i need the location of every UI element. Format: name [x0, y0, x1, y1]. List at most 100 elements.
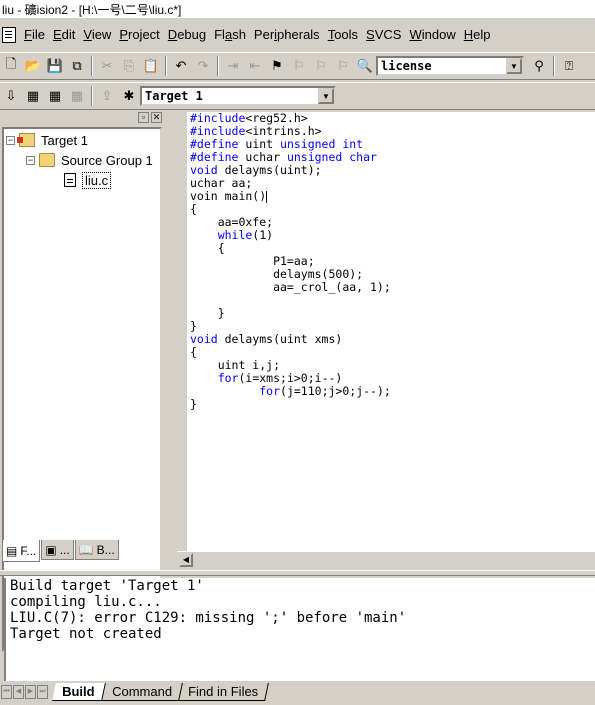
- load-icon[interactable]: ⇪: [96, 85, 118, 107]
- output-line: compiling liu.c...: [10, 594, 162, 610]
- menu-project[interactable]: Project: [115, 25, 163, 45]
- scroll-left-arrow-icon[interactable]: ◀: [179, 553, 193, 567]
- menu-window[interactable]: Window: [405, 25, 459, 45]
- tree-node-group[interactable]: − Source Group 1: [26, 151, 153, 169]
- editor-gutter: [177, 112, 187, 552]
- uvision-window: liu - 礦ision2 - [H:\一号\二号\liu.c*] File Ed…: [0, 0, 595, 705]
- c-file-icon: [64, 173, 76, 187]
- menu-edit[interactable]: Edit: [49, 25, 79, 45]
- tab-books-label: B...: [96, 542, 115, 557]
- bookmark-toggle-icon[interactable]: ⚑: [266, 55, 288, 77]
- translate-icon[interactable]: ⇩: [0, 85, 22, 107]
- code-line[interactable]: }: [190, 307, 391, 320]
- copy-icon[interactable]: ⎘: [118, 55, 140, 77]
- tree-file-label: liu.c: [82, 171, 112, 189]
- code-editor[interactable]: #include<reg52.h> #include<intrins.h> #def…: [177, 112, 595, 568]
- tree-node-file[interactable]: liu.c: [64, 171, 112, 189]
- separator: [91, 86, 93, 106]
- target-combo[interactable]: Target 1 ▼: [140, 86, 336, 106]
- output-window: Build target 'Target 1' compiling liu.c..…: [4, 578, 595, 681]
- menu-help[interactable]: Help: [460, 25, 495, 45]
- find-combo[interactable]: license ▼: [376, 56, 524, 76]
- project-pane-header: ▫ ✕: [2, 112, 162, 126]
- target-options-icon[interactable]: ✱: [118, 85, 140, 107]
- regs-tab-icon: ▣: [45, 542, 57, 557]
- bookmark-prev-icon[interactable]: ⚐: [310, 55, 332, 77]
- code-line[interactable]: voin main(): [190, 190, 391, 203]
- text-caret: [266, 190, 268, 203]
- chevron-down-icon[interactable]: ▼: [318, 88, 334, 104]
- rebuild-all-icon[interactable]: ▦: [44, 85, 66, 107]
- build-target-icon[interactable]: ▦: [22, 85, 44, 107]
- tab-regs[interactable]: ▣ ...: [41, 540, 74, 560]
- chevron-down-icon[interactable]: ▼: [506, 58, 522, 74]
- code-line[interactable]: void delayms(uint xms): [190, 333, 391, 346]
- menu-tools[interactable]: Tools: [324, 25, 362, 45]
- bookmark-next-icon[interactable]: ⚐: [288, 55, 310, 77]
- output-tabs: ⏮ ◀ ▶ ⏭ Build Command Find in Files: [0, 681, 595, 703]
- files-tab-icon: ▤: [6, 543, 18, 558]
- code-line[interactable]: }: [190, 398, 391, 411]
- pane-splitter[interactable]: [0, 570, 595, 576]
- code-line[interactable]: for(j=110;j>0;j--);: [190, 385, 391, 398]
- redo-icon[interactable]: ↷: [192, 55, 214, 77]
- first-tab-arrow-icon[interactable]: ⏮: [1, 685, 12, 699]
- menu-flash[interactable]: Flash: [210, 25, 250, 45]
- tree-node-target[interactable]: − Target 1: [6, 131, 88, 149]
- output-line: Build target 'Target 1': [10, 578, 204, 594]
- tab-command[interactable]: Command: [101, 683, 183, 701]
- target-combo-value: Target 1: [145, 89, 203, 103]
- indent-icon[interactable]: ⇥: [222, 55, 244, 77]
- binoculars-icon[interactable]: ⚲: [528, 55, 550, 77]
- menu-peripherals[interactable]: Peripherals: [250, 25, 324, 45]
- tree-target-label: Target 1: [41, 132, 88, 148]
- tab-books[interactable]: 📖 B...: [74, 540, 119, 560]
- separator: [553, 56, 555, 76]
- project-tabs: ▤ F... ▣ ... 📖 B...: [2, 540, 162, 562]
- code-line[interactable]: aa=_crol_(aa, 1);: [190, 281, 391, 294]
- menu-view[interactable]: View: [79, 25, 115, 45]
- prev-tab-arrow-icon[interactable]: ◀: [13, 685, 24, 699]
- save-icon[interactable]: 💾: [44, 55, 66, 77]
- editor-horizontal-scrollbar[interactable]: ◀: [177, 551, 595, 568]
- undo-icon[interactable]: ↶: [170, 55, 192, 77]
- tab-files[interactable]: ▤ F...: [2, 540, 41, 562]
- separator: [217, 56, 219, 76]
- unindent-icon[interactable]: ⇤: [244, 55, 266, 77]
- collapse-icon[interactable]: −: [6, 135, 15, 145]
- bookmark-clear-icon[interactable]: ⚐: [332, 55, 354, 77]
- project-workspace: ▫ ✕ − Target 1 − Source Group 1 liu.c ▤ …: [0, 112, 166, 652]
- menu-file[interactable]: File: [20, 25, 49, 45]
- new-file-icon[interactable]: 🗋: [0, 55, 22, 77]
- target-icon: [17, 133, 35, 147]
- collapse-icon[interactable]: −: [26, 155, 35, 165]
- separator: [91, 56, 93, 76]
- tab-find-in-files[interactable]: Find in Files: [178, 683, 270, 701]
- tab-files-label: F...: [20, 543, 37, 558]
- pane-minimize-button[interactable]: ▫: [138, 112, 149, 123]
- output-line: Target not created: [10, 626, 162, 642]
- document-icon[interactable]: [2, 27, 16, 43]
- menu-debug[interactable]: Debug: [164, 25, 210, 45]
- last-tab-arrow-icon[interactable]: ⏭: [37, 685, 48, 699]
- tab-build[interactable]: Build: [52, 683, 106, 701]
- cut-icon[interactable]: ✂: [96, 55, 118, 77]
- help-book-icon[interactable]: ⍰: [558, 55, 580, 77]
- menu-bar: File Edit View Project Debug Flash Peripherals…: [0, 22, 595, 48]
- stop-build-icon[interactable]: ▦: [66, 85, 88, 107]
- menu-svcs[interactable]: SVCS: [362, 25, 405, 45]
- window-title: liu - 礦ision2 - [H:\一号\二号\liu.c*]: [2, 2, 182, 17]
- folder-icon: [39, 153, 55, 167]
- source-code[interactable]: #include<reg52.h> #include<intrins.h> #def…: [190, 112, 391, 411]
- separator: [165, 56, 167, 76]
- find-in-files-icon[interactable]: 🔍: [354, 55, 376, 77]
- title-bar[interactable]: liu - 礦ision2 - [H:\一号\二号\liu.c*]: [0, 0, 595, 18]
- save-all-icon[interactable]: ⧉: [66, 55, 88, 77]
- find-combo-value: license: [381, 59, 432, 73]
- tree-group-label: Source Group 1: [61, 152, 153, 168]
- build-toolbar: ⇩ ▦ ▦ ▦ ⇪ ✱ Target 1 ▼: [0, 82, 595, 110]
- paste-icon[interactable]: 📋: [140, 55, 162, 77]
- open-folder-icon[interactable]: 📂: [22, 55, 44, 77]
- pane-close-button[interactable]: ✕: [151, 112, 162, 123]
- next-tab-arrow-icon[interactable]: ▶: [25, 685, 36, 699]
